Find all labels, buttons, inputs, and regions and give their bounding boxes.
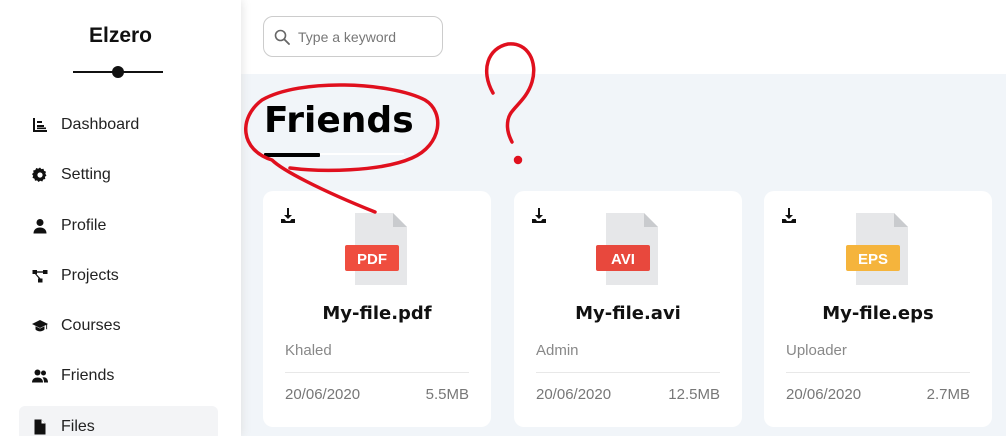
search-icon: [274, 29, 290, 45]
pdf-file-icon: PDF: [345, 213, 407, 285]
file-icon: [31, 418, 49, 436]
download-icon[interactable]: [780, 207, 798, 225]
file-card: PDF My-file.pdf Khaled 20/06/2020 5.5MB: [263, 191, 491, 427]
file-owner: Uploader: [786, 342, 847, 359]
download-icon[interactable]: [279, 207, 297, 225]
file-ext-label: AVI: [611, 251, 635, 268]
file-date: 20/06/2020: [285, 386, 361, 403]
file-name: My-file.avi: [575, 303, 681, 324]
sidebar-item-label: Dashboard: [61, 116, 140, 133]
sidebar-item-files[interactable]: Files: [19, 405, 218, 436]
annotation-question-dot: [513, 155, 523, 165]
sidebar-item-label: Courses: [61, 317, 121, 335]
sidebar-item-label: Setting: [61, 166, 111, 184]
brand-divider-dot: [112, 66, 124, 78]
sidebar-item-projects[interactable]: Projects: [19, 255, 218, 297]
file-owner: Khaled: [285, 342, 332, 359]
file-ext-label: PDF: [357, 251, 387, 268]
sidebar-item-label: Friends: [61, 367, 115, 385]
users-icon: [31, 367, 49, 385]
file-name: My-file.pdf: [322, 303, 432, 324]
file-ext-label: EPS: [858, 251, 888, 268]
sidebar-item-courses[interactable]: Courses: [19, 305, 218, 347]
card-divider: [536, 372, 720, 373]
sidebar-item-profile[interactable]: Profile: [19, 205, 218, 247]
eps-file-icon: EPS: [846, 213, 908, 285]
title-underline-accent: [264, 153, 320, 157]
avi-file-icon: AVI: [596, 213, 658, 285]
search-input[interactable]: [298, 28, 438, 45]
sidebar-item-label: Profile: [61, 216, 107, 234]
graduation-cap-icon: [31, 317, 49, 335]
sidebar: Elzero Dashboard Setting Profile Project…: [0, 0, 241, 436]
file-owner: Admin: [536, 342, 579, 359]
sidebar-item-label: Projects: [61, 266, 119, 284]
sidebar-item-friends[interactable]: Friends: [19, 355, 218, 397]
sidebar-item-setting[interactable]: Setting: [19, 154, 218, 196]
card-divider: [285, 372, 469, 373]
brand-title: Elzero: [88, 24, 153, 47]
card-divider: [786, 372, 970, 373]
user-icon: [31, 217, 49, 235]
file-size: 12.5MB: [668, 386, 720, 403]
file-card: EPS My-file.eps Uploader 20/06/2020 2.7M…: [764, 191, 992, 427]
top-bar: [241, 0, 1006, 74]
file-size: 5.5MB: [425, 386, 469, 403]
download-icon[interactable]: [530, 207, 548, 225]
file-size: 2.7MB: [926, 386, 970, 403]
sidebar-item-label: Files: [61, 417, 95, 435]
file-name: My-file.eps: [822, 303, 934, 324]
sidebar-nav: Dashboard Setting Profile Projects Cours…: [19, 104, 218, 436]
gear-icon: [31, 166, 49, 184]
diagram-icon: [31, 267, 49, 285]
file-date: 20/06/2020: [786, 386, 862, 403]
page-title: Friends: [264, 100, 414, 141]
sidebar-item-dashboard[interactable]: Dashboard: [19, 104, 218, 146]
file-date: 20/06/2020: [536, 386, 612, 403]
chart-bar-icon: [31, 116, 49, 134]
search-box[interactable]: [263, 16, 443, 57]
file-card: AVI My-file.avi Admin 20/06/2020 12.5MB: [514, 191, 742, 427]
